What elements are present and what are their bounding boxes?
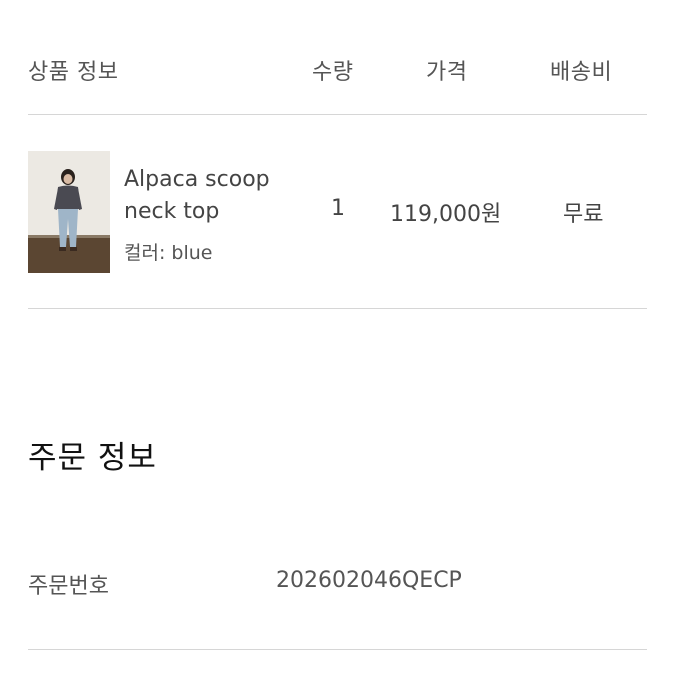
header-price: 가격 (426, 60, 468, 85)
row-divider (28, 308, 647, 309)
product-option: 컬러: blue (124, 242, 213, 264)
product-price: 119,000원 (390, 202, 502, 227)
product-thumbnail[interactable] (28, 151, 110, 273)
order-number-value: 202602046QECP (276, 568, 462, 593)
order-info-title: 주문 정보 (28, 440, 157, 476)
order-number-label: 주문번호 (28, 574, 109, 599)
product-photo-image (28, 151, 110, 273)
header-quantity: 수량 (312, 60, 354, 85)
header-product-info: 상품 정보 (28, 60, 119, 85)
header-divider (28, 114, 647, 115)
header-shipping-fee: 배송비 (550, 60, 613, 85)
order-info-divider (28, 649, 647, 650)
product-shipping-fee: 무료 (563, 202, 604, 227)
product-quantity: 1 (331, 196, 345, 221)
product-name-link[interactable]: Alpaca scoop neck top (124, 164, 294, 228)
